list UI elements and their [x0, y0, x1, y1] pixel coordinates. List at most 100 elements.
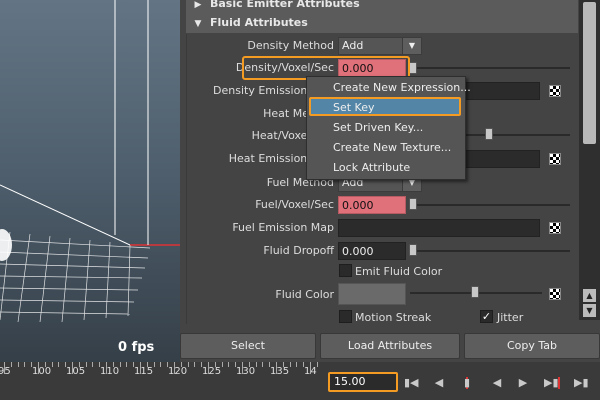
timeline-minor-tick: [214, 362, 216, 367]
scroll-down-icon[interactable]: ▼: [583, 304, 596, 317]
jitter-label: Jitter: [497, 311, 524, 324]
menu-selection-highlight: [309, 97, 461, 116]
timeline-minor-tick: [194, 362, 196, 367]
fps-readout: 0 fps: [118, 340, 155, 355]
current-time-field[interactable]: 15.00: [328, 372, 398, 392]
heat-emission-field[interactable]: [462, 150, 540, 168]
3d-viewport[interactable]: 0 fps: [0, 0, 180, 362]
jitter-checkbox[interactable]: ✓: [480, 310, 493, 323]
dropdown-arrow-icon: ▼: [402, 38, 421, 54]
key-marker: [558, 377, 560, 389]
motion-streak-checkbox[interactable]: [339, 310, 352, 323]
fuel-voxel-field[interactable]: 0.000: [338, 196, 406, 214]
texture-map-icon[interactable]: [549, 85, 561, 97]
play-forward-icon[interactable]: ▶: [516, 376, 530, 390]
load-attributes-button[interactable]: Load Attributes: [320, 333, 460, 359]
timeline-minor-tick: [44, 362, 46, 367]
fluid-dropoff-field[interactable]: 0.000: [338, 242, 406, 260]
density-voxel-slider[interactable]: [410, 67, 570, 69]
texture-map-icon[interactable]: [549, 288, 561, 300]
fuel-emission-field[interactable]: [338, 219, 540, 237]
timeline-tick-label: 105: [66, 366, 86, 377]
heat-voxel-slider-handle[interactable]: [485, 128, 493, 140]
timeline-minor-tick: [153, 362, 155, 367]
fuel-voxel-slider-handle[interactable]: [409, 198, 417, 210]
timeline-tick-label: 130: [236, 366, 256, 377]
menu-item-create-texture[interactable]: Create New Texture...: [333, 141, 451, 154]
fluid-dropoff-slider[interactable]: [410, 250, 570, 252]
timeline-minor-tick: [92, 362, 94, 367]
scroll-up-icon[interactable]: ▲: [583, 289, 596, 302]
fluid-dropoff-label: Fluid Dropoff: [263, 244, 334, 257]
fluid-container-wireframe: [0, 0, 180, 323]
timeline-minor-tick: [296, 362, 298, 367]
timeline-tick-label: 14: [304, 366, 317, 377]
timeline-tick-label: 120: [168, 366, 188, 377]
timeline-minor-tick: [282, 362, 284, 367]
timeline-tick-label: 135: [270, 366, 290, 377]
texture-map-icon[interactable]: [549, 222, 561, 234]
timeline-tick-label: 100: [32, 366, 52, 377]
emit-fluid-color-label: Emit Fluid Color: [355, 265, 443, 278]
timeline-minor-tick: [262, 362, 264, 367]
timeline-minor-tick: [85, 362, 87, 367]
timeline-minor-tick: [24, 362, 26, 367]
timeline-minor-tick: [221, 362, 223, 367]
fuel-voxel-slider[interactable]: [410, 204, 570, 206]
menu-item-set-driven-key[interactable]: Set Driven Key...: [333, 121, 423, 134]
timeline-minor-tick: [187, 362, 189, 367]
timeline-minor-tick: [255, 362, 257, 367]
timeline-minor-tick: [126, 362, 128, 367]
heat-voxel-slider[interactable]: [464, 134, 570, 136]
timeline-minor-tick: [78, 362, 80, 367]
timeline-minor-tick: [51, 362, 53, 367]
go-to-start-icon[interactable]: ▮◀: [404, 376, 419, 390]
fluid-color-slider-handle[interactable]: [471, 286, 479, 298]
attribute-context-menu: Create New Expression... Set Key Set Dri…: [306, 76, 471, 180]
scrollbar-thumb[interactable]: [583, 2, 596, 144]
menu-item-set-key[interactable]: Set Key: [333, 101, 375, 114]
go-to-end-icon[interactable]: ▶▮: [574, 376, 589, 390]
fuel-emission-label: Fuel Emission Map: [232, 221, 334, 234]
step-forward-key-icon[interactable]: ▶▮: [544, 376, 559, 390]
timeline-minor-tick: [146, 362, 148, 367]
timeline-minor-tick: [289, 362, 291, 367]
density-emission-field[interactable]: [462, 82, 540, 100]
fluid-color-swatch[interactable]: [338, 283, 406, 305]
section-basic-emitter[interactable]: ▶ Basic Emitter Attributes: [186, 0, 578, 14]
select-button[interactable]: Select: [180, 333, 316, 359]
collapse-arrow-icon: ▼: [194, 19, 202, 29]
section-fluid-attributes[interactable]: ▼ Fluid Attributes: [186, 13, 578, 33]
timeline-tick-label: 95: [0, 366, 11, 377]
menu-item-lock-attribute[interactable]: Lock Attribute: [333, 161, 410, 174]
timeline-minor-tick: [248, 362, 250, 367]
timeline-minor-tick: [160, 362, 162, 367]
timeline-tick-label: 125: [202, 366, 222, 377]
fluid-dropoff-slider-handle[interactable]: [409, 244, 417, 256]
timeline-minor-tick: [17, 362, 19, 367]
time-slider[interactable]: [0, 362, 600, 400]
attribute-editor-scrollbar[interactable]: ▲ ▼: [579, 0, 600, 320]
step-back-keyframe-icon[interactable]: ▮: [460, 376, 474, 390]
density-voxel-slider-handle[interactable]: [409, 62, 417, 74]
menu-item-create-expression[interactable]: Create New Expression...: [333, 81, 471, 94]
emit-fluid-color-checkbox[interactable]: [339, 264, 352, 277]
timeline-tick-label: 115: [134, 366, 154, 377]
fluid-color-label: Fluid Color: [275, 288, 334, 301]
timeline-minor-tick: [316, 362, 318, 367]
timeline-minor-tick: [119, 362, 121, 367]
timeline-minor-tick: [180, 362, 182, 367]
motion-streak-label: Motion Streak: [355, 311, 432, 324]
timeline-minor-tick: [10, 362, 12, 367]
fuel-voxel-label: Fuel/Voxel/Sec: [255, 198, 334, 211]
copy-tab-button[interactable]: Copy Tab: [464, 333, 600, 359]
play-backward-icon[interactable]: ◀: [490, 376, 504, 390]
timeline-minor-tick: [58, 362, 60, 367]
timeline-minor-tick: [112, 362, 114, 367]
density-method-label: Density Method: [247, 39, 334, 52]
texture-map-icon[interactable]: [549, 153, 561, 165]
timeline-tick-label: 110: [100, 366, 120, 377]
step-back-key-icon[interactable]: ◀: [432, 376, 446, 390]
timeline-minor-tick: [228, 362, 230, 367]
density-method-dropdown[interactable]: Add ▼: [338, 37, 422, 55]
